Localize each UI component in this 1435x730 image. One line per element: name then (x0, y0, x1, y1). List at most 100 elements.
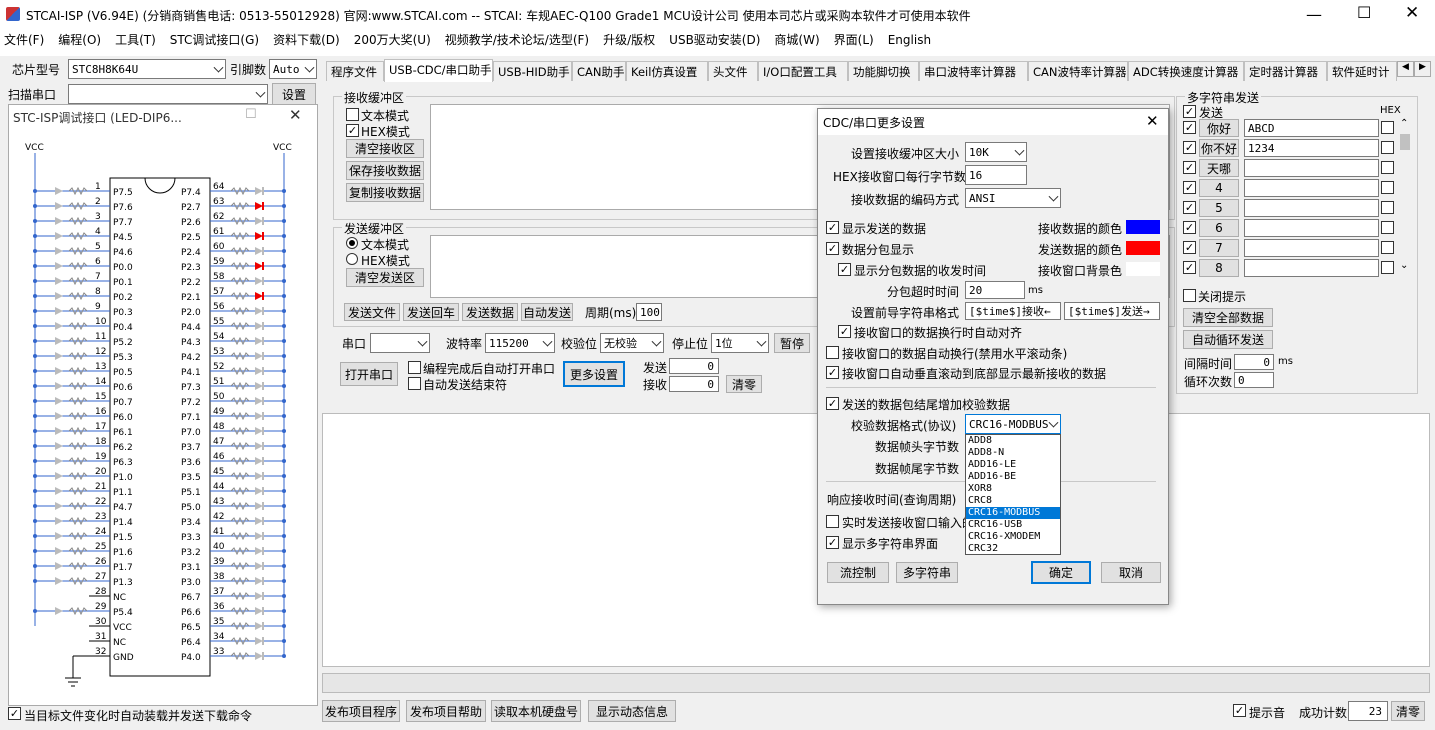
recv-hex-mode-checkbox[interactable] (346, 124, 359, 137)
close-icon[interactable]: ✕ (1405, 3, 1419, 23)
interval-input[interactable]: 0 (1234, 354, 1274, 370)
settings-button[interactable]: 设置 (272, 83, 316, 105)
send-return-button[interactable]: 发送回车 (403, 303, 459, 321)
multi-row-button[interactable]: 你不好 (1199, 139, 1239, 157)
send-color-swatch[interactable] (1126, 241, 1160, 255)
auto-open-checkbox[interactable] (408, 361, 421, 374)
multi-row-checkbox[interactable] (1183, 121, 1196, 134)
recv-text-mode-checkbox[interactable] (346, 108, 359, 121)
menu-item[interactable]: 商城(W) (774, 33, 819, 47)
multi-row-button[interactable]: 天哪 (1199, 159, 1239, 177)
multi-row-input[interactable] (1244, 219, 1379, 237)
tab-item[interactable]: CAN助手 (572, 61, 626, 81)
clear-success-button[interactable]: 清零 (1391, 701, 1425, 721)
auto-reload-checkbox[interactable] (8, 707, 21, 720)
multi-row-input[interactable]: ABCD (1244, 119, 1379, 137)
multi-row-hex-checkbox[interactable] (1381, 241, 1394, 254)
bg-color-swatch[interactable] (1126, 262, 1160, 276)
multi-row-checkbox[interactable] (1183, 161, 1196, 174)
hex-bytes-input[interactable]: 16 (965, 165, 1027, 185)
tab-item[interactable]: 头文件 (708, 61, 758, 81)
prefix-send-input[interactable]: [$time$]发送→ (1064, 302, 1160, 320)
send-hex-mode-radio[interactable] (346, 253, 358, 265)
tab-item[interactable]: I/O口配置工具 (758, 61, 848, 81)
checksum-checkbox[interactable] (826, 397, 839, 410)
clear-count-button[interactable]: 清零 (726, 375, 762, 393)
checksum-fmt-select[interactable]: CRC16-MODBUS (965, 414, 1061, 434)
pause-button[interactable]: 暂停 (774, 333, 810, 353)
more-settings-button[interactable]: 更多设置 (563, 361, 625, 387)
multi-row-checkbox[interactable] (1183, 141, 1196, 154)
tab-item[interactable]: 串口波特率计算器 (919, 61, 1028, 81)
menu-item[interactable]: 200万大奖(U) (354, 33, 431, 47)
multi-row-button[interactable]: 你好 (1199, 119, 1239, 137)
copy-recv-button[interactable]: 复制接收数据 (346, 183, 424, 202)
period-input[interactable]: 100 (636, 303, 662, 321)
encoding-select[interactable]: ANSI (965, 188, 1061, 208)
debug-maximize-icon[interactable]: ☐ (245, 107, 257, 122)
menu-item[interactable]: 视频教学/技术论坛/选型(F) (445, 33, 589, 47)
dialog-close-icon[interactable]: ✕ (1146, 112, 1159, 130)
multi-row-input[interactable]: 1234 (1244, 139, 1379, 157)
port-select[interactable] (68, 84, 268, 104)
multi-row-hex-checkbox[interactable] (1381, 181, 1394, 194)
menu-item[interactable]: 文件(F) (4, 33, 44, 47)
auto-loop-button[interactable]: 自动循环发送 (1183, 330, 1273, 349)
multi-string-button[interactable]: 多字符串 (896, 562, 958, 583)
auto-send-button[interactable]: 自动发送 (521, 303, 573, 321)
multi-row-input[interactable] (1244, 259, 1379, 277)
checksum-option[interactable]: ADD8 (966, 435, 1060, 447)
auto-wrap-checkbox[interactable] (826, 346, 839, 359)
auto-end-checkbox[interactable] (408, 377, 421, 390)
flow-control-button[interactable]: 流控制 (827, 562, 889, 583)
beep-checkbox[interactable] (1233, 704, 1246, 717)
tab-scroll-left[interactable]: ◀ (1397, 61, 1414, 77)
scan-port-button[interactable]: 扫描串口 (8, 84, 64, 104)
multi-row-checkbox[interactable] (1183, 201, 1196, 214)
multi-row-hex-checkbox[interactable] (1381, 221, 1394, 234)
menu-item[interactable]: USB驱动安装(D) (669, 33, 760, 47)
show-multi-checkbox[interactable] (826, 536, 839, 549)
checksum-option[interactable]: XOR8 (966, 483, 1060, 495)
packet-time-checkbox[interactable] (838, 263, 851, 276)
checksum-option[interactable]: CRC32 (966, 543, 1060, 555)
show-info-button[interactable]: 显示动态信息 (588, 700, 676, 722)
multi-row-hex-checkbox[interactable] (1381, 201, 1394, 214)
checksum-option[interactable]: CRC16-MODBUS (966, 507, 1060, 519)
tab-item[interactable]: 定时器计算器 (1244, 61, 1327, 81)
checksum-option[interactable]: CRC16-XMODEM (966, 531, 1060, 543)
scroll-thumb[interactable] (1400, 134, 1410, 150)
tab-item[interactable]: USB-HID助手 (493, 61, 572, 81)
align-checkbox[interactable] (838, 325, 851, 338)
parity-select[interactable]: 无校验 (600, 333, 664, 353)
multi-row-button[interactable]: 5 (1199, 199, 1239, 217)
menu-item[interactable]: 工具(T) (115, 33, 156, 47)
baud-select[interactable]: 115200 (485, 333, 555, 353)
show-sent-checkbox[interactable] (826, 221, 839, 234)
checksum-option[interactable]: ADD8-N (966, 447, 1060, 459)
tab-item[interactable]: CAN波特率计算器 (1028, 61, 1128, 81)
stop-bits-select[interactable]: 1位 (711, 333, 769, 353)
menu-item[interactable]: 升级/版权 (603, 33, 655, 47)
publish-button[interactable]: 发布项目程序 (322, 700, 400, 722)
menu-item[interactable]: 编程(O) (58, 33, 101, 47)
chip-model-select[interactable]: STC8H8K64U (68, 59, 226, 79)
multi-row-button[interactable]: 7 (1199, 239, 1239, 257)
multi-row-hex-checkbox[interactable] (1381, 141, 1394, 154)
prefix-recv-input[interactable]: [$time$]接收← (965, 302, 1061, 320)
port-combo[interactable] (370, 333, 430, 353)
send-file-button[interactable]: 发送文件 (344, 303, 400, 321)
read-disk-button[interactable]: 读取本机硬盘号 (491, 700, 581, 722)
multi-row-checkbox[interactable] (1183, 241, 1196, 254)
multi-row-hex-checkbox[interactable] (1381, 161, 1394, 174)
tab-item[interactable]: 程序文件 (326, 61, 384, 81)
maximize-icon[interactable]: ☐ (1357, 3, 1371, 22)
multi-row-checkbox[interactable] (1183, 181, 1196, 194)
tab-item[interactable]: Keil仿真设置 (626, 61, 708, 81)
clear-all-button[interactable]: 清空全部数据 (1183, 308, 1273, 327)
multi-row-input[interactable] (1244, 239, 1379, 257)
clear-send-button[interactable]: 清空发送区 (346, 268, 424, 287)
multi-send-checkbox[interactable] (1183, 105, 1196, 118)
multi-row-button[interactable]: 8 (1199, 259, 1239, 277)
open-port-button[interactable]: 打开串口 (340, 362, 398, 386)
